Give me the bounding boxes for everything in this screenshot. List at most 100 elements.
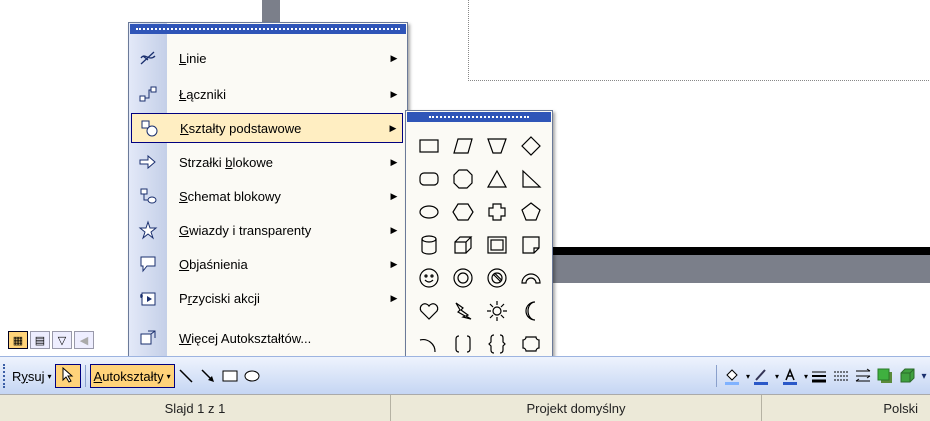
parallelogram-icon[interactable] (446, 129, 480, 162)
no-symbol-icon[interactable] (480, 261, 514, 294)
normal-view-icon[interactable]: ▦ (8, 331, 28, 349)
status-slide-count: Slajd 1 z 1 (0, 395, 391, 421)
submenu-arrow-icon: ▶ (390, 258, 398, 269)
cube-icon[interactable] (446, 228, 480, 261)
connector-icon (133, 83, 163, 105)
action-buttons-icon (133, 287, 163, 309)
rectangle-tool-icon[interactable] (219, 365, 241, 387)
scroll-left-icon[interactable]: ◀ (74, 331, 94, 349)
callouts-icon (133, 253, 163, 275)
right-triangle-icon[interactable] (514, 162, 548, 195)
menu-item-more-autoshapes[interactable]: Więcej Autokształtów... (131, 323, 403, 353)
drawing-toolbar: Ry suj ▾ Autokształty ▾ ▾ ▾ ▾ ▾ (0, 356, 930, 396)
autoshapes-menu-button[interactable]: Autokształty ▾ (89, 364, 175, 388)
draw-menu-button[interactable]: Ry suj ▾ (9, 364, 55, 388)
pentagon-icon[interactable] (514, 195, 548, 228)
font-color-icon[interactable] (779, 365, 801, 387)
slide-sorter-icon[interactable]: ▤ (30, 331, 50, 349)
heart-icon[interactable] (412, 294, 446, 327)
folded-corner-icon[interactable] (514, 228, 548, 261)
submenu-arrow-icon: ▶ (390, 156, 398, 167)
status-bar: Slajd 1 z 1 Projekt domyślny Polski (0, 394, 930, 421)
menu-item-block-arrows[interactable]: Strzałki blokowe ▶ (131, 147, 403, 177)
menu-item-stars-banners[interactable]: Gwiazdy i transparenty ▶ (131, 215, 403, 245)
menu-item-lines[interactable]: Linie ▶ (131, 43, 403, 73)
menu-item-label: Przyciski akcji (179, 290, 260, 306)
placeholder-outline (468, 0, 930, 81)
line-icon (133, 47, 163, 69)
submenu-drag-grip[interactable] (407, 112, 551, 122)
submenu-arrow-icon: ▶ (390, 224, 398, 235)
autoshapes-label-underlined: A (93, 368, 103, 384)
flowchart-icon (133, 185, 163, 207)
can-icon[interactable] (412, 228, 446, 261)
submenu-arrow-icon: ▶ (390, 190, 398, 201)
menu-item-flowchart[interactable]: Schemat blokowy ▶ (131, 181, 403, 211)
submenu-arrow-icon: ▶ (390, 292, 398, 303)
plus-shape-icon[interactable] (480, 195, 514, 228)
autoshapes-menu: Linie ▶ Łączniki ▶ Kształty podstawowe ▶… (128, 22, 408, 358)
submenu-arrow-icon: ▶ (390, 52, 398, 63)
hexagon-icon[interactable] (446, 195, 480, 228)
toolbar-options-icon[interactable]: ▾ (918, 365, 930, 387)
toolbar-separator (715, 365, 717, 387)
fill-color-icon[interactable] (721, 365, 743, 387)
menu-drag-grip[interactable] (130, 24, 406, 34)
basic-shapes-icon (134, 117, 164, 139)
submenu-arrow-icon: ▶ (390, 88, 398, 99)
triangle-icon[interactable] (480, 162, 514, 195)
smiley-face-icon[interactable] (412, 261, 446, 294)
rectangle-icon[interactable] (412, 129, 446, 162)
menu-item-basic-shapes[interactable]: Kształty podstawowe ▶ (131, 113, 403, 143)
bevel-icon[interactable] (480, 228, 514, 261)
slide-grey-band (548, 255, 930, 283)
rounded-rectangle-icon[interactable] (412, 162, 446, 195)
block-arc-icon[interactable] (514, 261, 548, 294)
menu-item-callouts[interactable]: Objaśnienia ▶ (131, 249, 403, 279)
menu-item-label: Gwiazdy i transparenty (179, 222, 312, 238)
menu-item-label: Linie (179, 50, 207, 66)
line-style-icon[interactable] (808, 365, 830, 387)
select-objects-button[interactable] (54, 364, 81, 388)
menu-item-label: Strzałki blokowe (179, 154, 273, 170)
arrow-tool-icon[interactable] (197, 365, 219, 387)
oval-tool-icon[interactable] (241, 365, 263, 387)
3d-style-icon[interactable] (896, 365, 918, 387)
dropdown-arrow-icon: ▾ (47, 371, 52, 381)
trapezoid-icon[interactable] (480, 129, 514, 162)
shadow-style-icon[interactable] (874, 365, 896, 387)
stars-banners-icon (133, 219, 163, 241)
status-language: Polski (883, 400, 918, 416)
oval-icon[interactable] (412, 195, 446, 228)
basic-shapes-submenu (405, 110, 553, 396)
draw-label-rest: suj (27, 368, 45, 384)
dash-style-icon[interactable] (830, 365, 852, 387)
dropdown-arrow-icon: ▾ (166, 371, 171, 381)
line-color-icon[interactable] (750, 365, 772, 387)
menu-item-connectors[interactable]: Łączniki ▶ (131, 79, 403, 109)
menu-item-action-buttons[interactable]: Przyciski akcji ▶ (131, 283, 403, 313)
draw-label: R (12, 368, 22, 384)
menu-item-label: Łączniki (179, 86, 226, 102)
toolbar-separator (84, 365, 86, 387)
status-design-template: Projekt domyślny (391, 395, 762, 421)
sun-icon[interactable] (480, 294, 514, 327)
octagon-icon[interactable] (446, 162, 480, 195)
submenu-arrow-icon: ▶ (389, 122, 397, 133)
block-arrows-icon (133, 151, 163, 173)
view-buttons: ▦ ▤ ▽ ◀ (8, 330, 94, 350)
moon-icon[interactable] (514, 294, 548, 327)
more-autoshapes-icon (133, 327, 163, 349)
slideshow-icon[interactable]: ▽ (52, 331, 72, 349)
arrow-style-icon[interactable] (852, 365, 874, 387)
line-tool-icon[interactable] (175, 365, 197, 387)
lightning-bolt-icon[interactable] (446, 294, 480, 327)
shape-palette (412, 129, 548, 393)
pointer-arrow-icon (61, 366, 75, 386)
slide-black-line (548, 247, 930, 255)
menu-item-label: Więcej Autokształtów... (179, 330, 312, 346)
menu-item-label: Objaśnienia (179, 256, 248, 272)
donut-icon[interactable] (446, 261, 480, 294)
diamond-icon[interactable] (514, 129, 548, 162)
menu-item-label: Kształty podstawowe (180, 120, 302, 136)
